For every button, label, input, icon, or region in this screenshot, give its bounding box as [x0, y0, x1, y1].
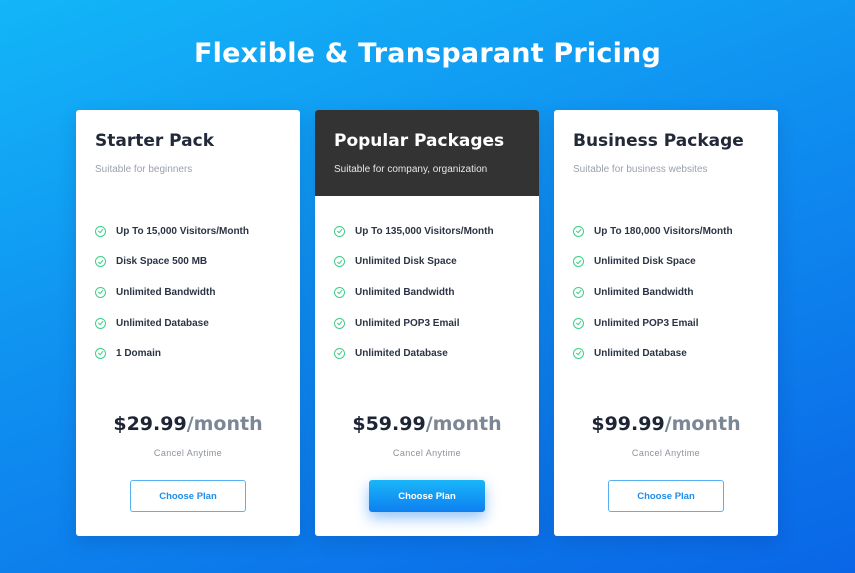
- feature-label: Disk Space 500 MB: [116, 256, 208, 268]
- check-circle-icon: [573, 348, 584, 360]
- feature-list: Up To 135,000 Visitors/Month Unlimited D…: [334, 216, 494, 369]
- check-circle-icon: [334, 348, 345, 360]
- check-circle-icon: [334, 225, 345, 237]
- pricing-card-business: Business Package Suitable for business w…: [554, 110, 778, 536]
- cancel-note: Cancel Anytime: [392, 448, 462, 458]
- check-circle-icon: [95, 348, 106, 360]
- card-header: Business Package Suitable for business w…: [554, 110, 778, 196]
- plan-subtitle: Suitable for company, organization: [334, 164, 488, 175]
- feature-label: Unlimited POP3 Email: [594, 317, 699, 329]
- check-circle-icon: [95, 317, 106, 329]
- pricing-card-starter: Starter Pack Suitable for beginners Up T…: [76, 110, 300, 536]
- price-period: /month: [186, 413, 263, 435]
- page-title: Flexible & Transparant Pricing: [194, 38, 661, 69]
- feature-list: Up To 180,000 Visitors/Month Unlimited D…: [573, 216, 733, 369]
- feature-item: Unlimited Bandwidth: [573, 277, 733, 308]
- cancel-note: Cancel Anytime: [631, 448, 701, 458]
- feature-item: Unlimited Database: [573, 338, 733, 369]
- check-circle-icon: [573, 225, 584, 237]
- check-circle-icon: [95, 225, 106, 237]
- plan-price: $99.99/month: [554, 413, 778, 435]
- feature-label: Unlimited Disk Space: [594, 256, 696, 268]
- plan-name: Popular Packages: [334, 131, 505, 151]
- feature-label: Unlimited Database: [116, 317, 209, 329]
- feature-item: Unlimited Bandwidth: [95, 277, 249, 308]
- pricing-card-popular: Popular Packages Suitable for company, o…: [315, 110, 539, 536]
- feature-item: Up To 135,000 Visitors/Month: [334, 216, 494, 247]
- check-circle-icon: [334, 256, 345, 268]
- price-period: /month: [664, 413, 741, 435]
- feature-label: Unlimited Database: [594, 348, 687, 360]
- plan-name: Business Package: [573, 131, 744, 151]
- feature-label: Up To 15,000 Visitors/Month: [116, 225, 249, 237]
- card-header: Popular Packages Suitable for company, o…: [315, 110, 539, 196]
- feature-label: Up To 135,000 Visitors/Month: [355, 225, 494, 237]
- feature-item: Disk Space 500 MB: [95, 247, 249, 278]
- check-circle-icon: [334, 317, 345, 329]
- plan-subtitle: Suitable for business websites: [573, 164, 708, 175]
- check-circle-icon: [95, 256, 106, 268]
- price-period: /month: [425, 413, 502, 435]
- check-circle-icon: [95, 286, 106, 298]
- feature-item: Up To 180,000 Visitors/Month: [573, 216, 733, 247]
- feature-item: 1 Domain: [95, 338, 249, 369]
- check-circle-icon: [334, 286, 345, 298]
- choose-plan-button-business[interactable]: Choose Plan: [608, 480, 724, 512]
- plan-price: $59.99/month: [315, 413, 539, 435]
- feature-label: Up To 180,000 Visitors/Month: [594, 225, 733, 237]
- choose-plan-button-starter[interactable]: Choose Plan: [130, 480, 246, 512]
- price-amount: $29.99: [113, 413, 187, 435]
- feature-item: Unlimited Disk Space: [573, 247, 733, 278]
- feature-item: Unlimited Bandwidth: [334, 277, 494, 308]
- plan-price: $29.99/month: [76, 413, 300, 435]
- feature-label: Unlimited POP3 Email: [355, 317, 460, 329]
- feature-item: Unlimited Database: [334, 338, 494, 369]
- feature-item: Up To 15,000 Visitors/Month: [95, 216, 249, 247]
- price-amount: $99.99: [591, 413, 665, 435]
- card-header: Starter Pack Suitable for beginners: [76, 110, 300, 196]
- price-amount: $59.99: [352, 413, 426, 435]
- feature-label: Unlimited Database: [355, 348, 448, 360]
- plan-subtitle: Suitable for beginners: [95, 164, 193, 175]
- choose-plan-button-popular[interactable]: Choose Plan: [369, 480, 485, 512]
- feature-item: Unlimited Disk Space: [334, 247, 494, 278]
- plan-name: Starter Pack: [95, 131, 215, 151]
- feature-item: Unlimited Database: [95, 308, 249, 339]
- feature-label: Unlimited Disk Space: [355, 256, 457, 268]
- feature-item: Unlimited POP3 Email: [334, 308, 494, 339]
- feature-label: Unlimited Bandwidth: [355, 286, 455, 298]
- feature-list: Up To 15,000 Visitors/Month Disk Space 5…: [95, 216, 249, 369]
- feature-label: Unlimited Bandwidth: [116, 286, 216, 298]
- feature-label: Unlimited Bandwidth: [594, 286, 694, 298]
- feature-label: 1 Domain: [116, 348, 162, 360]
- check-circle-icon: [573, 286, 584, 298]
- check-circle-icon: [573, 256, 584, 268]
- cancel-note: Cancel Anytime: [153, 448, 223, 458]
- feature-item: Unlimited POP3 Email: [573, 308, 733, 339]
- check-circle-icon: [573, 317, 584, 329]
